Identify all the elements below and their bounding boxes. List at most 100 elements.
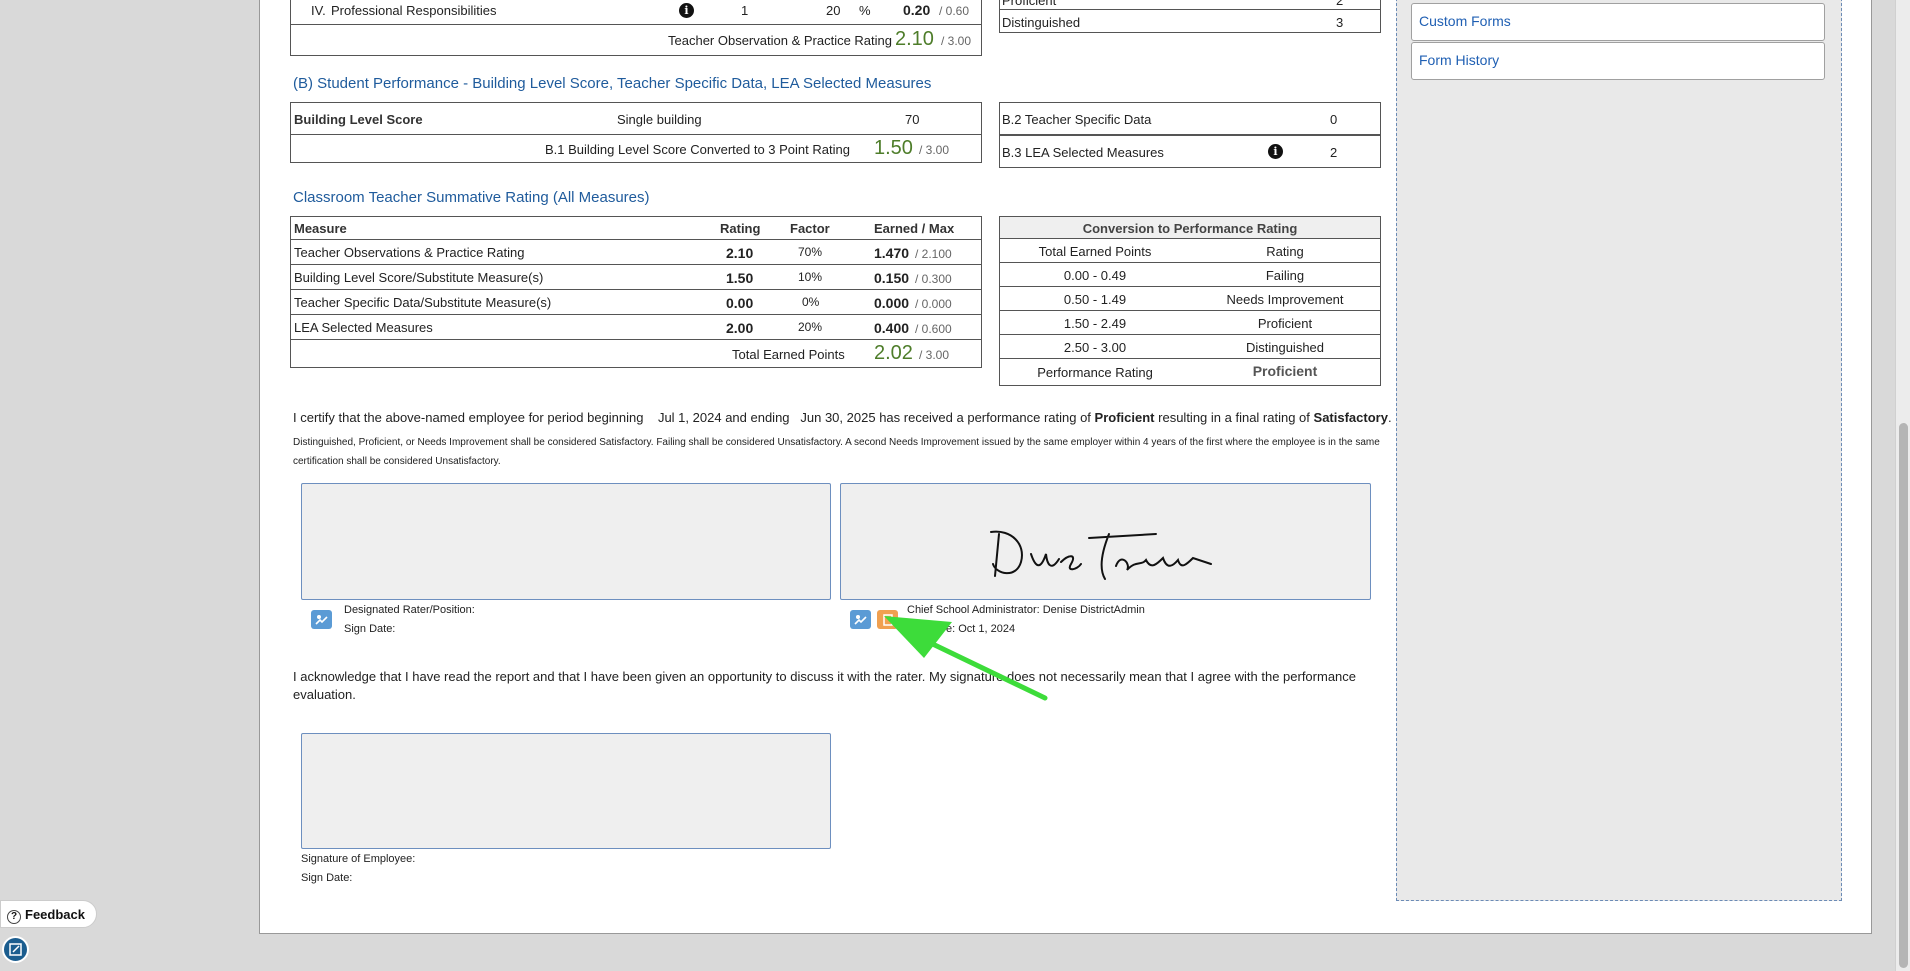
employee-signature-box[interactable] [301,733,831,849]
building-level-label: Building Level Score [294,112,423,127]
row-4-measure: LEA Selected Measures [294,320,433,335]
top-partial-table: IV. Professional Responsibilities i 1 20… [290,0,982,56]
conversion-col2: Rating [1266,244,1304,259]
left-gutter [0,0,233,971]
top-summary-label: Teacher Observation & Practice Rating [668,33,892,48]
converted-max: / 3.00 [919,143,950,157]
conversion-rating-1: Failing [1265,268,1305,283]
signature-pen-icon [853,614,867,625]
rater-signature-box[interactable] [301,483,831,600]
conversion-range-2: 0.50 - 1.49 [1063,292,1127,307]
conversion-rating-4: Distinguished [1245,340,1325,355]
row-3-earned: 0.000 [874,295,910,311]
row-1-rating: 2.10 [726,245,754,261]
header-factor: Factor [790,221,830,236]
annotation-arrow [884,616,1048,701]
period-start: Jul 1, 2024 [657,410,722,425]
conversion-range-4: 2.50 - 3.00 [1063,340,1127,355]
signature-pen-icon [314,614,328,625]
conversion-table: Conversion to Performance Rating Total E… [999,216,1381,386]
edit-icon [9,943,22,956]
domain-count: 1 [741,3,749,18]
domain-pct-sign: % [859,3,871,18]
b3-value: 2 [1330,145,1338,160]
feedback-button[interactable]: ? Feedback [0,900,97,928]
certify-rating: Proficient [1094,410,1155,425]
header-rating: Rating [720,221,761,236]
feedback-label: Feedback [25,907,85,922]
section-b-title: (B) Student Performance - Building Level… [293,75,932,92]
top-right-label-2: Distinguished [1002,15,1081,30]
conversion-range-1: 0.00 - 0.49 [1063,268,1127,283]
certify-statement: I certify that the above-named employee … [293,410,1392,425]
scrollbar-thumb[interactable] [1899,423,1908,968]
top-right-value-1: 2 [1336,0,1344,8]
sidebar-item-custom-forms[interactable]: Custom Forms [1411,3,1825,41]
question-icon: ? [7,910,21,924]
total-label: Total Earned Points [732,347,845,362]
main-content: IV. Professional Responsibilities i 1 20… [260,0,1392,934]
row-2-earned: 0.150 [874,270,910,286]
header-measure: Measure [294,221,347,236]
row-1-max: / 2.100 [915,247,952,261]
row-4-earned: 0.400 [874,320,910,336]
header-earned: Earned / Max [874,221,955,236]
employee-sign-date: Sign Date: [301,872,353,884]
domain-max: / 0.60 [939,4,970,18]
employee-label: Signature of Employee: [301,853,416,865]
top-right-label-1: Proficient [1002,0,1057,8]
rater-sign-date: Sign Date: [344,623,396,635]
total-value: 2.02 [874,342,913,364]
performance-rating-value: Proficient [1252,363,1318,379]
top-summary-value: 2.10 [895,28,934,50]
rater-sign-button[interactable] [311,610,332,629]
top-right-table: Proficient 2 Distinguished 3 [999,0,1381,33]
converted-label: B.1 Building Level Score Converted to 3 … [545,142,850,157]
acknowledge-statement: I acknowledge that I have read the repor… [293,669,1357,702]
help-widget-icon[interactable] [2,936,29,963]
right-sidebar: Custom Forms Form History [1396,0,1842,901]
row-3-max: / 0.000 [915,297,952,311]
top-right-value-2: 3 [1336,15,1344,30]
summative-table: Measure Rating Factor Earned / Max Teach… [290,216,982,368]
info-icon[interactable]: i [1268,144,1283,159]
b3-label: B.3 LEA Selected Measures [1002,145,1164,160]
b3-table: B.3 LEA Selected Measures i 2 [999,135,1381,168]
row-3-rating: 0.00 [726,295,754,311]
domain-label: Professional Responsibilities [331,3,497,18]
row-1-measure: Teacher Observations & Practice Rating [294,245,525,260]
row-2-max: / 0.300 [915,272,952,286]
conversion-rating-3: Proficient [1257,316,1313,331]
summative-title: Classroom Teacher Summative Rating (All … [293,189,650,206]
admin-signature-box[interactable] [840,483,1371,600]
total-max: / 3.00 [919,348,950,362]
evaluation-page: IV. Professional Responsibilities i 1 20… [259,0,1872,934]
rater-label: Designated Rater/Position: [344,604,475,616]
admin-sign-button[interactable] [850,610,871,629]
row-4-rating: 2.00 [726,320,754,336]
row-2-factor: 10% [798,270,823,284]
building-type: Single building [617,112,702,127]
conversion-title: Conversion to Performance Rating [1082,221,1298,236]
vertical-scrollbar[interactable] [1895,0,1910,971]
admin-signature [990,530,1212,580]
info-icon[interactable]: i [679,3,694,18]
domain-score: 0.20 [903,2,931,18]
b2-label: B.2 Teacher Specific Data [1002,112,1152,127]
row-1-earned: 1.470 [874,245,910,261]
top-summary-max: / 3.00 [941,34,972,48]
b2-value: 0 [1330,112,1338,127]
row-4-max: / 0.600 [915,322,952,336]
conversion-range-3: 1.50 - 2.49 [1063,316,1127,331]
building-score-table: Building Level Score Single building 70 … [290,102,982,163]
row-2-measure: Building Level Score/Substitute Measure(… [294,270,544,285]
row-2-rating: 1.50 [726,270,754,286]
sidebar-item-form-history[interactable]: Form History [1411,42,1825,80]
b2-table: B.2 Teacher Specific Data 0 [999,102,1381,135]
certify-note: Distinguished, Proficient, or Needs Impr… [293,437,1380,467]
row-3-factor: 0% [802,295,820,309]
performance-rating-label: Performance Rating [1037,365,1153,380]
converted-value: 1.50 [874,137,913,159]
building-value: 70 [905,112,920,127]
row-3-measure: Teacher Specific Data/Substitute Measure… [294,295,552,310]
